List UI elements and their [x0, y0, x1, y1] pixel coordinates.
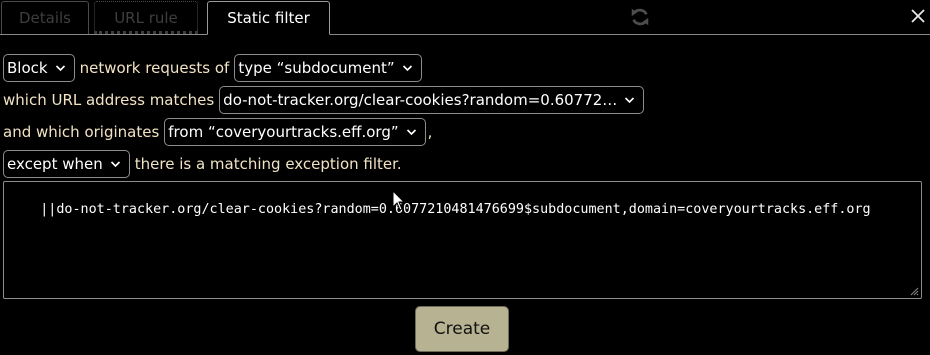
type-select-value: type “subdocument” [238, 59, 395, 77]
row-exception: except when there is a matching exceptio… [3, 150, 402, 178]
row-url: which URL address matches do-not-tracker… [3, 86, 645, 114]
filter-text: ||do-not-tracker.org/clear-cookies?rando… [40, 202, 871, 217]
create-button[interactable]: Create [415, 306, 509, 352]
tab-url-rule[interactable]: URL rule [94, 1, 198, 34]
tab-details-label: Details [18, 9, 71, 27]
mouse-pointer-icon [392, 190, 406, 211]
action-select[interactable]: Block [3, 54, 75, 82]
resize-grip-icon[interactable] [909, 286, 919, 296]
chevron-down-icon [625, 97, 635, 104]
label-exception-filter: there is a matching exception filter. [134, 155, 402, 173]
type-select[interactable]: type “subdocument” [234, 54, 422, 82]
chevron-down-icon [55, 65, 65, 72]
filter-textarea[interactable]: ||do-not-tracker.org/clear-cookies?rando… [3, 181, 922, 299]
row-action: Block network requests of type “subdocum… [3, 54, 422, 82]
exception-select-value: except when [7, 155, 103, 173]
refresh-button[interactable] [628, 5, 652, 29]
row-origin: and which originates from “coveryourtrac… [3, 118, 432, 146]
url-select[interactable]: do-not-tracker.org/clear-cookies?random=… [219, 86, 645, 114]
create-button-label: Create [433, 319, 491, 339]
chevron-down-icon [406, 129, 416, 136]
chevron-down-icon [402, 65, 412, 72]
tab-static-filter[interactable]: Static filter [207, 1, 330, 35]
label-which-originates: and which originates [3, 123, 160, 141]
tab-bar: Details URL rule Static filter [0, 0, 930, 35]
close-button[interactable] [906, 5, 930, 27]
tab-static-filter-label: Static filter [227, 9, 310, 27]
close-icon [911, 9, 925, 23]
refresh-icon [631, 8, 649, 26]
origin-select-value: from “coveryourtracks.eff.org” [168, 123, 399, 141]
chevron-down-icon [110, 161, 120, 168]
action-select-value: Block [7, 59, 48, 77]
exception-select[interactable]: except when [3, 150, 130, 178]
origin-select[interactable]: from “coveryourtracks.eff.org” [164, 118, 426, 146]
static-filter-panel: Details URL rule Static filter Block net… [0, 0, 930, 355]
url-select-value: do-not-tracker.org/clear-cookies?random=… [223, 91, 618, 109]
tab-url-rule-label: URL rule [114, 9, 178, 27]
label-network-requests-of: network requests of [79, 59, 230, 77]
label-which-url-matches: which URL address matches [3, 91, 215, 109]
tab-details[interactable]: Details [1, 1, 89, 34]
label-comma: , [427, 123, 433, 141]
